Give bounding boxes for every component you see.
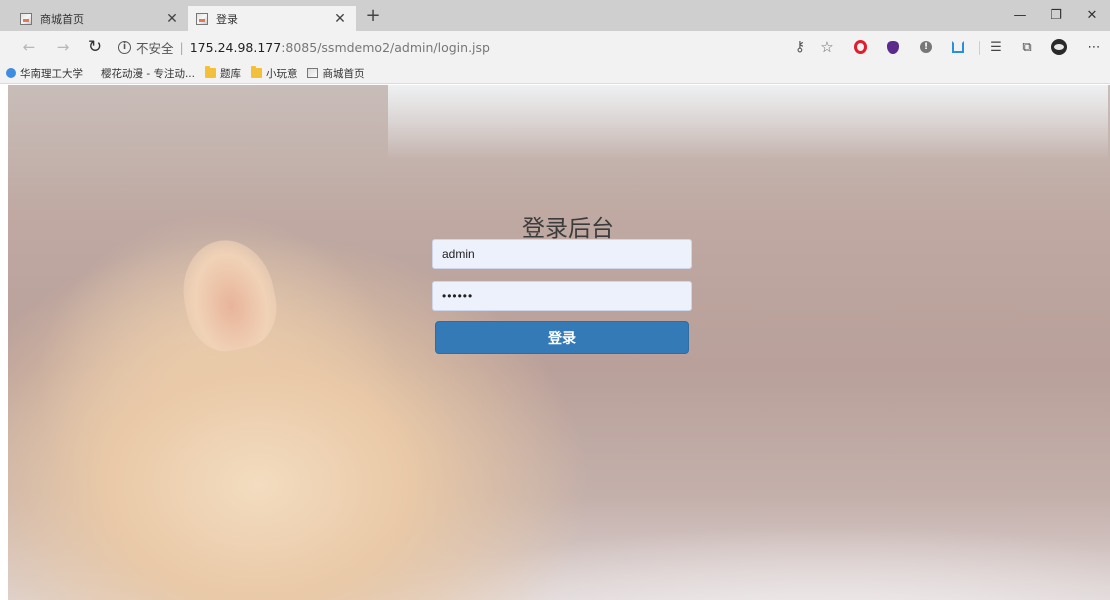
toolbar-divider (979, 41, 980, 55)
close-tab-icon[interactable]: ✕ (164, 11, 180, 27)
page-favicon-icon (196, 12, 208, 25)
bookmark-label: 华南理工大学 (20, 67, 83, 80)
maximize-icon[interactable]: ❐ (1038, 0, 1074, 31)
folder-icon (204, 66, 216, 78)
bookmark-label: 商城首页 (322, 67, 365, 80)
url-separator: | (179, 39, 184, 55)
more-menu-icon[interactable]: ⋯ (1085, 38, 1103, 56)
close-tab-icon[interactable]: ✕ (332, 11, 348, 27)
opera-icon[interactable] (851, 38, 869, 56)
cat-ear-shape (173, 231, 285, 359)
crop-icon[interactable] (949, 38, 967, 56)
background-window-light (388, 85, 1108, 160)
back-arrow-icon[interactable]: ← (18, 37, 40, 57)
forward-arrow-icon[interactable]: → (52, 37, 74, 57)
bookmark-label: 题库 (219, 67, 241, 80)
password-input[interactable] (432, 281, 692, 311)
login-page-background: 登录后台 登录 (8, 85, 1110, 600)
bookmark-label: 小玩意 (265, 67, 298, 80)
tab-title: 登录 (216, 12, 238, 26)
login-button[interactable]: 登录 (435, 321, 689, 354)
minimize-icon[interactable]: — (1002, 0, 1038, 31)
site-info-icon[interactable]: i (118, 40, 131, 54)
bookmark-shop-home[interactable]: 商城首页 (307, 66, 364, 81)
university-icon (6, 68, 16, 78)
bookmark-scut[interactable]: 华南理工大学 (6, 66, 83, 81)
tab-strip: 商城首页 ✕ 登录 ✕ + — ❐ ✕ (0, 0, 1110, 31)
bookmarks-bar: 华南理工大学 樱花动漫 - 专注动... 题库 小玩意 商城首页 (0, 63, 1110, 84)
folder-icon (250, 66, 262, 78)
page-favicon-icon (20, 12, 32, 25)
url-path: :8085/ssmdemo2/admin/login.jsp (281, 39, 490, 55)
image-icon (307, 68, 319, 78)
shield-icon[interactable] (884, 38, 902, 56)
close-window-icon[interactable]: ✕ (1074, 0, 1110, 31)
window-controls: — ❐ ✕ (1002, 0, 1110, 31)
url-field[interactable]: i 不安全 | 175.24.98.177:8085/ssmdemo2/admi… (118, 37, 490, 57)
address-bar: ← → ↻ i 不安全 | 175.24.98.177:8085/ssmdemo… (0, 31, 1110, 63)
alert-icon[interactable]: ! (917, 38, 935, 56)
security-label: 不安全 (136, 40, 174, 56)
login-title: 登录后台 (522, 216, 614, 242)
key-icon[interactable]: ⚷ (791, 38, 809, 56)
collections-icon[interactable]: ⧉ (1018, 38, 1036, 56)
bookmark-folder-question-bank[interactable]: 题库 (204, 66, 241, 81)
tab-shop-home[interactable]: 商城首页 ✕ (12, 6, 188, 31)
bookmark-folder-gadgets[interactable]: 小玩意 (250, 66, 298, 81)
tab-login[interactable]: 登录 ✕ (188, 6, 356, 31)
new-tab-icon[interactable]: + (362, 5, 384, 27)
favorites-list-icon[interactable]: ☰ (987, 38, 1005, 56)
bookmark-label: 樱花动漫 - 专注动... (101, 67, 195, 80)
url-host: 175.24.98.177 (189, 39, 282, 55)
bookmark-anime[interactable]: 樱花动漫 - 专注动... (101, 66, 195, 81)
username-input[interactable] (432, 239, 692, 269)
tab-title: 商城首页 (40, 12, 84, 26)
refresh-icon[interactable]: ↻ (84, 37, 106, 57)
profile-avatar-icon[interactable] (1050, 38, 1068, 56)
star-icon[interactable]: ☆ (818, 38, 836, 56)
